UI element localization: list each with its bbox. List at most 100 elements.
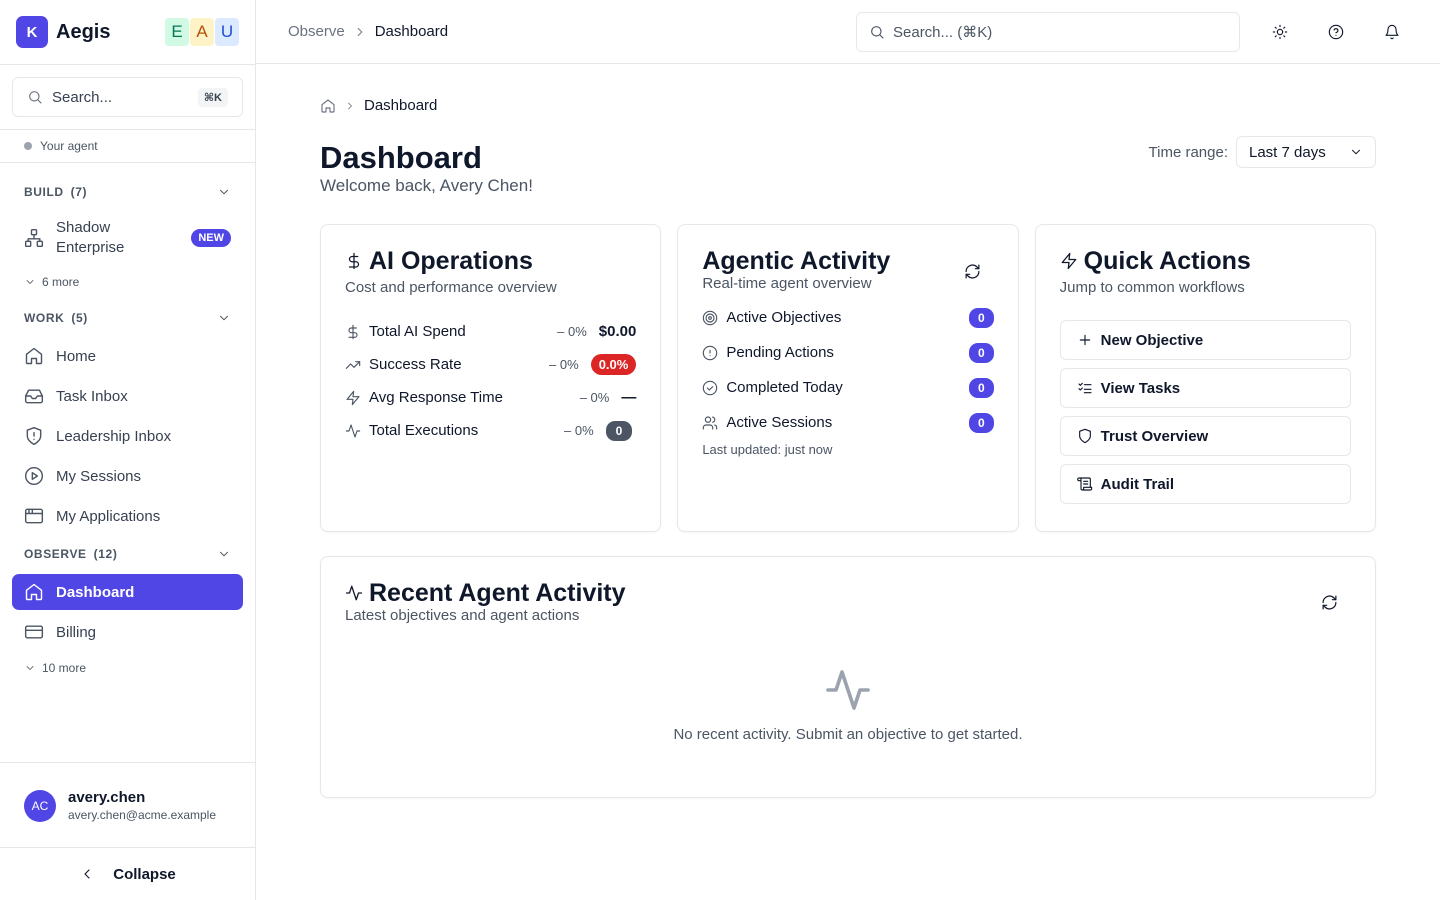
section-work-header[interactable]: WORK (5)	[0, 298, 255, 338]
app-logo[interactable]: K	[16, 16, 48, 48]
app-window-icon	[24, 508, 44, 524]
help-button[interactable]	[1320, 16, 1352, 48]
sidebar-item-dashboard[interactable]: Dashboard	[12, 574, 243, 610]
org-badge-a[interactable]: A	[190, 18, 214, 46]
activity-label: Pending Actions	[726, 344, 834, 361]
button-label: Audit Trail	[1100, 475, 1174, 493]
org-badge-u[interactable]: U	[215, 18, 239, 46]
trust-overview-button[interactable]: Trust Overview	[1059, 416, 1351, 456]
user-email: avery.chen@acme.example	[68, 808, 217, 822]
refresh-button[interactable]	[964, 263, 982, 281]
zap-icon	[1061, 252, 1077, 270]
avatar: AC	[24, 789, 56, 822]
sidebar-item-home[interactable]: Home	[12, 338, 243, 374]
network-icon	[24, 228, 44, 248]
view-tasks-button[interactable]: View Tasks	[1059, 368, 1351, 408]
sidebar-item-billing[interactable]: Billing	[12, 614, 243, 650]
chevron-down-icon	[1352, 149, 1360, 155]
org-badge-e[interactable]: E	[165, 18, 189, 46]
show-more-observe[interactable]: 10 more	[0, 654, 255, 682]
search-icon	[871, 26, 884, 39]
chevron-right-icon	[357, 27, 362, 36]
metric-delta: – 0%	[557, 324, 587, 339]
empty-state-text: No recent activity. Submit an objective …	[673, 726, 1023, 743]
sidebar-item-label: My Applications	[56, 507, 161, 525]
global-search-placeholder: Search... (⌘K)	[893, 24, 993, 41]
button-label: Trust Overview	[1100, 427, 1209, 445]
notifications-button[interactable]	[1376, 16, 1408, 48]
home-icon	[25, 347, 43, 365]
metric-list: Total AI Spend – 0% $0.00 Success Rate –…	[345, 315, 637, 447]
sidebar-search[interactable]: Search... ⌘K	[12, 77, 243, 117]
global-search-input[interactable]: Search... (⌘K)	[856, 12, 1240, 52]
user-info: avery.chen avery.chen@acme.example	[68, 789, 216, 822]
audit-trail-button[interactable]: Audit Trail	[1059, 464, 1351, 504]
show-more-build[interactable]: 6 more	[0, 268, 255, 296]
shield-icon	[1078, 428, 1091, 444]
new-badge: NEW	[191, 229, 231, 247]
theme-toggle-button[interactable]	[1264, 16, 1296, 48]
chevron-down-icon	[26, 280, 34, 284]
metric-value-badge: 0.0%	[590, 354, 637, 375]
sidebar-item-label: Home	[56, 347, 97, 365]
breadcrumb-observe[interactable]: Observe	[288, 23, 345, 40]
refresh-icon	[965, 264, 980, 279]
list-checks-icon	[1078, 382, 1092, 394]
sidebar-item-label: Task Inbox	[56, 387, 128, 405]
activity-icon	[345, 423, 361, 438]
section-title: WORK	[24, 311, 65, 325]
activity-list: Active Objectives 0 Pending Actions 0 Co…	[702, 300, 994, 440]
sidebar-item-label: Billing	[56, 623, 97, 641]
activity-icon	[826, 670, 870, 710]
pulse-icon-wrap	[824, 666, 872, 714]
breadcrumb-dashboard: Dashboard	[374, 23, 449, 40]
sun-icon	[1272, 24, 1288, 40]
sidebar-item-label: Leadership Inbox	[56, 427, 172, 445]
count-badge: 0	[968, 377, 994, 398]
new-objective-button[interactable]: New Objective	[1059, 320, 1351, 360]
sidebar-item-leadership-inbox[interactable]: Leadership Inbox	[12, 418, 243, 454]
sidebar-item-label: Dashboard	[56, 583, 135, 601]
help-icon	[1328, 24, 1344, 40]
topbar-actions	[1240, 16, 1408, 48]
sidebar-item-shadow-enterprise[interactable]: Shadow Enterprise NEW	[12, 212, 243, 264]
time-range-label: Time range:	[1148, 143, 1228, 161]
divider	[0, 64, 255, 65]
section-build-header[interactable]: BUILD (7)	[0, 172, 255, 212]
empty-state: No recent activity. Submit an objective …	[345, 666, 1351, 743]
sidebar-item-my-applications[interactable]: My Applications	[12, 498, 243, 534]
time-range-select[interactable]: Last 7 days	[1236, 136, 1376, 168]
home-icon[interactable]	[320, 98, 336, 114]
button-label: View Tasks	[1100, 379, 1181, 397]
section-count: (7)	[70, 185, 88, 199]
sidebar-search-placeholder: Search...	[52, 88, 113, 106]
chevron-down-icon	[220, 189, 228, 195]
metric-avg-response-time: Avg Response Time – 0% —	[345, 381, 636, 414]
scroll-icon	[1076, 477, 1092, 491]
sidebar-item-task-inbox[interactable]: Task Inbox	[12, 378, 243, 414]
user-profile[interactable]: AC avery.chen avery.chen@acme.example	[0, 762, 255, 848]
activity-icon	[345, 585, 363, 601]
recent-activity-card: Recent Agent Activity Latest objectives …	[320, 556, 1376, 798]
count-badge: 0	[968, 342, 994, 363]
refresh-button[interactable]	[1321, 594, 1339, 612]
activity-label: Active Sessions	[726, 414, 833, 431]
card-title: Quick Actions	[1060, 245, 1351, 277]
section-title: BUILD	[24, 185, 64, 199]
section-observe-header[interactable]: OBSERVE (12)	[0, 534, 255, 574]
card-subtitle: Latest objectives and agent actions	[345, 607, 580, 624]
show-more-label: 6 more	[42, 275, 80, 289]
org-switcher[interactable]: E A U	[164, 18, 239, 46]
card-title: Recent Agent Activity	[345, 577, 1351, 609]
brand-header: K Aegis E A U	[0, 0, 255, 64]
collapse-button[interactable]: Collapse	[0, 847, 255, 900]
metric-delta: – 0%	[564, 423, 594, 438]
agent-status[interactable]: Your agent	[0, 130, 255, 162]
chevron-down-icon	[220, 551, 228, 557]
sidebar-item-my-sessions[interactable]: My Sessions	[12, 458, 243, 494]
metric-total-ai-spend: Total AI Spend – 0% $0.00	[345, 315, 636, 348]
sidebar-item-label: Shadow Enterprise	[56, 219, 125, 256]
chevron-down-icon	[220, 315, 228, 321]
activity-label: Active Objectives	[726, 309, 842, 326]
metric-label: Total Executions	[369, 422, 479, 439]
